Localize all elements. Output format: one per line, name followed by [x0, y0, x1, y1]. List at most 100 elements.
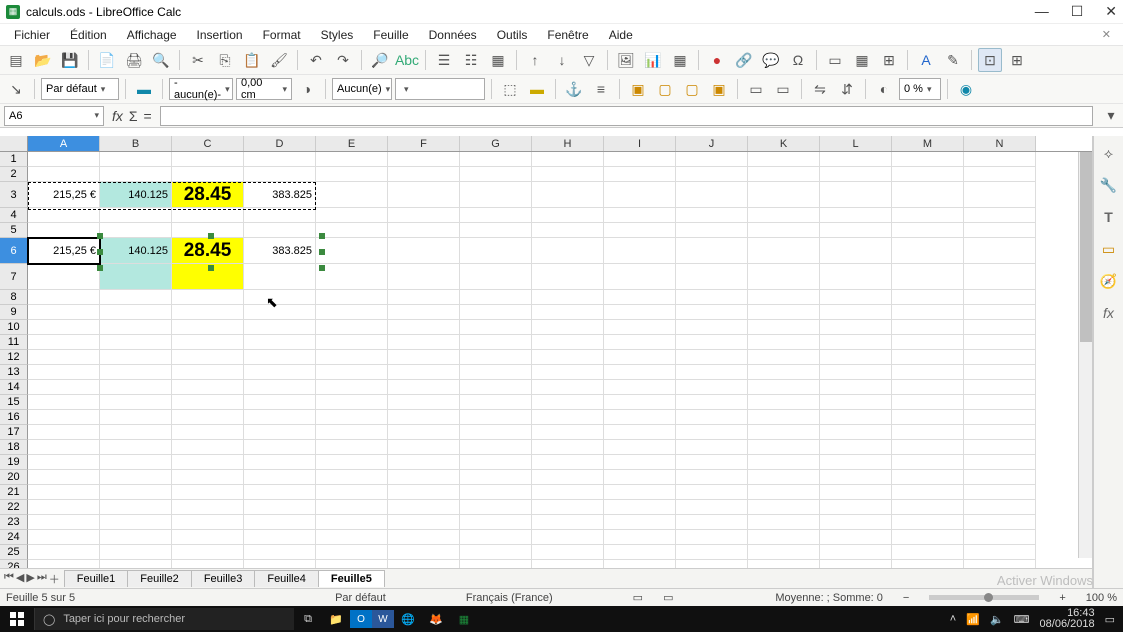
cell-E12[interactable] — [316, 350, 388, 365]
cell-C20[interactable] — [172, 470, 244, 485]
cell-K3[interactable] — [748, 182, 820, 208]
cell-D25[interactable] — [244, 545, 316, 560]
sum-icon[interactable]: Σ — [129, 108, 138, 124]
cell-D14[interactable] — [244, 380, 316, 395]
cell-N10[interactable] — [964, 320, 1036, 335]
cell-N13[interactable] — [964, 365, 1036, 380]
cell-F13[interactable] — [388, 365, 460, 380]
column-header-N[interactable]: N — [964, 136, 1036, 151]
cell-C9[interactable] — [172, 305, 244, 320]
cell-E22[interactable] — [316, 500, 388, 515]
sort-desc-icon[interactable]: ↓ — [550, 48, 574, 72]
cell-G23[interactable] — [460, 515, 532, 530]
cell-G13[interactable] — [460, 365, 532, 380]
cell-I5[interactable] — [604, 223, 676, 238]
column-header-J[interactable]: J — [676, 136, 748, 151]
cell-D9[interactable] — [244, 305, 316, 320]
cell-C18[interactable] — [172, 440, 244, 455]
cell-E5[interactable] — [316, 223, 388, 238]
cell-F2[interactable] — [388, 167, 460, 182]
column-header-C[interactable]: C — [172, 136, 244, 151]
show-draw-icon[interactable]: ⊡ — [978, 48, 1002, 72]
equals-icon[interactable]: = — [144, 108, 152, 124]
cell-E18[interactable] — [316, 440, 388, 455]
cell-H2[interactable] — [532, 167, 604, 182]
close-button[interactable]: ✕ — [1105, 3, 1117, 20]
cell-E25[interactable] — [316, 545, 388, 560]
cell-D20[interactable] — [244, 470, 316, 485]
cell-L9[interactable] — [820, 305, 892, 320]
foreground-icon[interactable]: ▭ — [744, 77, 768, 101]
cell-J22[interactable] — [676, 500, 748, 515]
cell-F25[interactable] — [388, 545, 460, 560]
cell-C3[interactable]: 28.45 — [172, 182, 244, 208]
expand-formula-icon[interactable]: ▾ — [1099, 104, 1123, 128]
sidebar-properties-icon[interactable]: ⟡ — [1098, 142, 1120, 164]
cell-B20[interactable] — [100, 470, 172, 485]
column-icon[interactable]: ☷ — [459, 48, 483, 72]
cell-A1[interactable] — [28, 152, 100, 167]
menu-format[interactable]: Format — [255, 26, 309, 44]
cell-N18[interactable] — [964, 440, 1036, 455]
cell-D4[interactable] — [244, 208, 316, 223]
cell-C10[interactable] — [172, 320, 244, 335]
cell-F10[interactable] — [388, 320, 460, 335]
cell-D3[interactable]: 383.825 — [244, 182, 316, 208]
cell-N2[interactable] — [964, 167, 1036, 182]
cell-F22[interactable] — [388, 500, 460, 515]
menu-outils[interactable]: Outils — [489, 26, 536, 44]
column-header-G[interactable]: G — [460, 136, 532, 151]
cell-L25[interactable] — [820, 545, 892, 560]
column-header-A[interactable]: A — [28, 136, 100, 151]
cell-J9[interactable] — [676, 305, 748, 320]
cell-B3[interactable]: 140.125 — [100, 182, 172, 208]
cell-H8[interactable] — [532, 290, 604, 305]
cell-F24[interactable] — [388, 530, 460, 545]
zoom-value[interactable]: 100 % — [1086, 592, 1117, 604]
cell-C13[interactable] — [172, 365, 244, 380]
bring-front-icon[interactable]: ▣ — [626, 77, 650, 101]
cell-J13[interactable] — [676, 365, 748, 380]
task-view-icon[interactable]: ⧉ — [294, 606, 322, 632]
cell-D2[interactable] — [244, 167, 316, 182]
vertical-scrollbar[interactable] — [1078, 152, 1092, 558]
cell-N24[interactable] — [964, 530, 1036, 545]
cell-L6[interactable] — [820, 238, 892, 264]
cell-J24[interactable] — [676, 530, 748, 545]
cell-C8[interactable] — [172, 290, 244, 305]
interaction-icon[interactable]: ◉ — [954, 77, 978, 101]
menu-fichier[interactable]: Fichier — [6, 26, 58, 44]
menu-insertion[interactable]: Insertion — [189, 26, 251, 44]
cell-H20[interactable] — [532, 470, 604, 485]
cell-E2[interactable] — [316, 167, 388, 182]
cell-I16[interactable] — [604, 410, 676, 425]
backward-icon[interactable]: ▢ — [680, 77, 704, 101]
cell-H9[interactable] — [532, 305, 604, 320]
cell-G7[interactable] — [460, 264, 532, 290]
cell-H7[interactable] — [532, 264, 604, 290]
column-header-B[interactable]: B — [100, 136, 172, 151]
cell-J6[interactable] — [676, 238, 748, 264]
cell-H12[interactable] — [532, 350, 604, 365]
cell-I22[interactable] — [604, 500, 676, 515]
cell-L5[interactable] — [820, 223, 892, 238]
cell-N23[interactable] — [964, 515, 1036, 530]
cell-D21[interactable] — [244, 485, 316, 500]
cell-E6[interactable] — [316, 238, 388, 264]
cell-A3[interactable]: 215,25 € — [28, 182, 100, 208]
cell-A15[interactable] — [28, 395, 100, 410]
start-button[interactable] — [0, 606, 34, 632]
zoom-in-icon[interactable]: + — [1059, 592, 1065, 604]
cell-L13[interactable] — [820, 365, 892, 380]
row-header-22[interactable]: 22 — [0, 500, 28, 515]
row-header-21[interactable]: 21 — [0, 485, 28, 500]
tray-network-icon[interactable]: 📶 — [966, 613, 980, 626]
undo-icon[interactable]: ↶ — [304, 48, 328, 72]
sheet-tab-feuille3[interactable]: Feuille3 — [191, 570, 256, 587]
tray-date[interactable]: 08/06/2018 — [1040, 619, 1095, 630]
cell-I20[interactable] — [604, 470, 676, 485]
save-icon[interactable]: 💾 — [58, 48, 82, 72]
row-header-3[interactable]: 3 — [0, 182, 28, 208]
transparency-icon[interactable]: ◐ — [872, 77, 896, 101]
cell-N5[interactable] — [964, 223, 1036, 238]
